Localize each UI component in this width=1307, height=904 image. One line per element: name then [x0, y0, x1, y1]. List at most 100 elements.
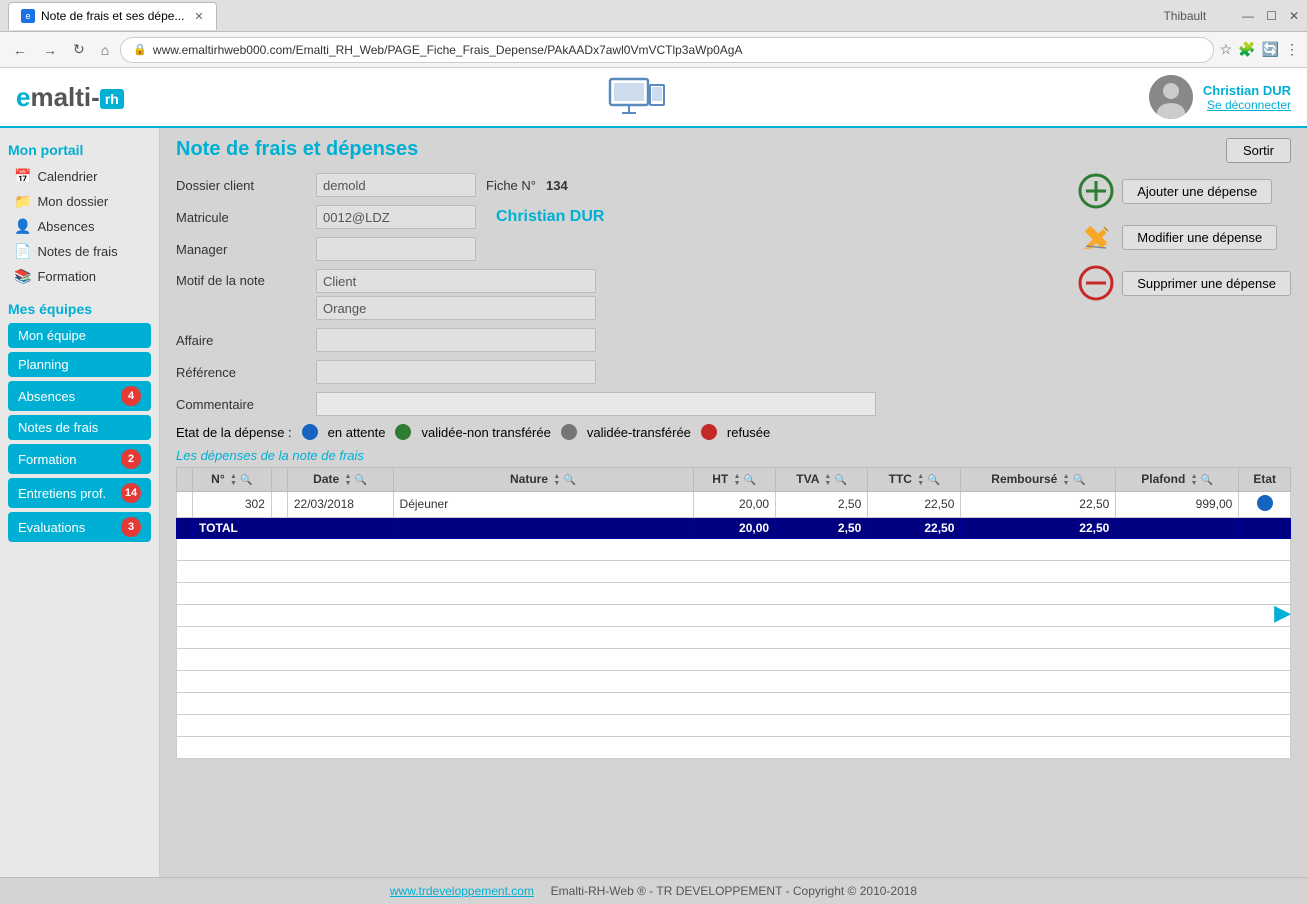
matricule-input[interactable] [316, 205, 476, 229]
table-chevron-right[interactable]: ▶ [1274, 600, 1291, 626]
sidebar-item-absences[interactable]: 👤 Absences [8, 214, 151, 239]
user-info: Christian DUR Se déconnecter [1203, 83, 1291, 112]
settings-icon[interactable]: ⋮ [1285, 41, 1299, 58]
tab-close-button[interactable]: ✕ [194, 10, 203, 23]
action-buttons: Ajouter une dépense Modif [1078, 173, 1291, 301]
sync-icon[interactable]: 🔄 [1262, 41, 1279, 58]
col-tva-search[interactable]: 🔍 [835, 475, 847, 486]
team-btn-evaluations[interactable]: Evaluations 3 [8, 512, 151, 542]
empty-row-7 [177, 670, 1291, 692]
col-ht-sort[interactable]: ▲▼ [734, 473, 741, 487]
formation-icon: 📚 [14, 268, 31, 285]
home-button[interactable]: ⌂ [96, 40, 114, 60]
matricule-name: Christian DUR [496, 208, 604, 226]
ajouter-button[interactable]: Ajouter une dépense [1122, 179, 1272, 204]
dot-refusee [701, 424, 717, 440]
url-bar[interactable]: 🔒 www.emaltirhweb000.com/Emalti_RH_Web/P… [120, 37, 1213, 63]
col-plafond-sort[interactable]: ▲▼ [1191, 473, 1198, 487]
browser-titlebar: e Note de frais et ses dépe... ✕ Thibaul… [0, 0, 1307, 32]
main-content: Note de frais et dépenses Sortir Dossier… [160, 128, 1307, 877]
sidebar-item-notes-de-frais[interactable]: 📄 Notes de frais [8, 239, 151, 264]
maximize-button[interactable]: ☐ [1266, 9, 1277, 23]
team-btn-mon-equipe[interactable]: Mon équipe [8, 323, 151, 348]
team-btn-entretiens-label: Entretiens prof. [18, 486, 106, 501]
dossier-input[interactable] [316, 173, 476, 197]
row-date: 22/03/2018 [287, 491, 393, 517]
page-wrapper: emalti-rh Christian DUR [0, 68, 1307, 904]
fiche-value: 134 [546, 178, 568, 193]
commentaire-input[interactable] [316, 392, 876, 416]
team-btn-planning[interactable]: Planning [8, 352, 151, 377]
col-date: Date ▲▼ 🔍 [287, 468, 393, 492]
team-btn-formation[interactable]: Formation 2 [8, 444, 151, 474]
active-tab[interactable]: e Note de frais et ses dépe... ✕ [8, 2, 217, 30]
team-btn-evaluations-label: Evaluations [18, 520, 85, 535]
col-rembourse: Remboursé ▲▼ 🔍 [961, 468, 1116, 492]
extension-icon[interactable]: 🧩 [1238, 41, 1255, 58]
col-date-search[interactable]: 🔍 [355, 475, 367, 486]
footer-link[interactable]: www.trdeveloppement.com [390, 884, 534, 898]
empty-row-1 [177, 538, 1291, 560]
col-date-sort[interactable]: ▲▼ [345, 473, 352, 487]
col-nature-search[interactable]: 🔍 [564, 475, 576, 486]
sidebar-calendrier-label: Calendrier [37, 169, 97, 184]
motif-input-1[interactable] [316, 269, 596, 293]
row-arrow [177, 491, 193, 517]
col-tva-sort[interactable]: ▲▼ [824, 473, 831, 487]
supprimer-row[interactable]: Supprimer une dépense [1078, 265, 1291, 301]
col-nature-sort[interactable]: ▲▼ [553, 473, 560, 487]
table-wrapper: N° ▲▼ 🔍 Date ▲▼ 🔍 [176, 467, 1291, 759]
logout-link[interactable]: Se déconnecter [1203, 98, 1291, 112]
etat-en-attente-label: en attente [328, 425, 386, 440]
col-rembourse-search[interactable]: 🔍 [1073, 475, 1085, 486]
sidebar-item-calendrier[interactable]: 📅 Calendrier [8, 164, 151, 189]
col-ht-search[interactable]: 🔍 [744, 475, 756, 486]
table-row[interactable]: 302 22/03/2018 Déjeuner 20,00 2,50 22,50… [177, 491, 1291, 517]
col-num-sort[interactable]: ▲▼ [230, 473, 237, 487]
reference-input[interactable] [316, 360, 596, 384]
minimize-button[interactable]: — [1242, 9, 1254, 23]
window-controls: — ☐ ✕ [1242, 9, 1299, 23]
col-ttc-label: TTC [889, 472, 912, 486]
footer-copyright: Emalti-RH-Web ® - TR DEVELOPPEMENT - Cop… [551, 884, 917, 898]
col-rembourse-sort[interactable]: ▲▼ [1063, 473, 1070, 487]
url-text: www.emaltirhweb000.com/Emalti_RH_Web/PAG… [153, 43, 1201, 57]
col-rembourse-label: Remboursé [991, 472, 1057, 486]
matricule-label: Matricule [176, 210, 306, 225]
team-btn-entretiens[interactable]: Entretiens prof. 14 [8, 478, 151, 508]
sidebar-formation-label: Formation [37, 269, 96, 284]
modifier-button[interactable]: Modifier une dépense [1122, 225, 1277, 250]
col-ttc-sort[interactable]: ▲▼ [917, 473, 924, 487]
sidebar-item-mon-dossier[interactable]: 📁 Mon dossier [8, 189, 151, 214]
user-avatar [1149, 75, 1193, 119]
affaire-input[interactable] [316, 328, 596, 352]
dot-validee-non-transferee [395, 424, 411, 440]
manager-input[interactable] [316, 237, 476, 261]
form-row-motif: Motif de la note [176, 269, 1058, 320]
total-ttc: 22,50 [868, 517, 961, 538]
star-icon[interactable]: ☆ [1220, 41, 1233, 58]
sidebar-item-formation[interactable]: 📚 Formation [8, 264, 151, 289]
sortir-button[interactable]: Sortir [1226, 138, 1291, 163]
col-plafond-search[interactable]: 🔍 [1201, 475, 1213, 486]
entretiens-badge: 14 [121, 483, 141, 503]
reload-button[interactable]: ↻ [68, 39, 90, 60]
modifier-row[interactable]: Modifier une dépense [1078, 219, 1277, 255]
row-date-col [271, 491, 287, 517]
row-etat [1239, 491, 1291, 517]
back-button[interactable]: ← [8, 40, 32, 60]
col-ttc-search[interactable]: 🔍 [928, 475, 940, 486]
motif-input-2[interactable] [316, 296, 596, 320]
team-btn-absences[interactable]: Absences 4 [8, 381, 151, 411]
mon-portail-title: Mon portail [8, 142, 151, 158]
expense-table: N° ▲▼ 🔍 Date ▲▼ 🔍 [176, 467, 1291, 759]
forward-button[interactable]: → [38, 40, 62, 60]
absences-icon: 👤 [14, 218, 31, 235]
team-btn-notes-de-frais[interactable]: Notes de frais [8, 415, 151, 440]
close-button[interactable]: ✕ [1289, 9, 1299, 23]
ajouter-row[interactable]: Ajouter une dépense [1078, 173, 1272, 209]
supprimer-button[interactable]: Supprimer une dépense [1122, 271, 1291, 296]
col-num-search[interactable]: 🔍 [240, 475, 252, 486]
col-date-header [271, 468, 287, 492]
empty-row-9 [177, 714, 1291, 736]
